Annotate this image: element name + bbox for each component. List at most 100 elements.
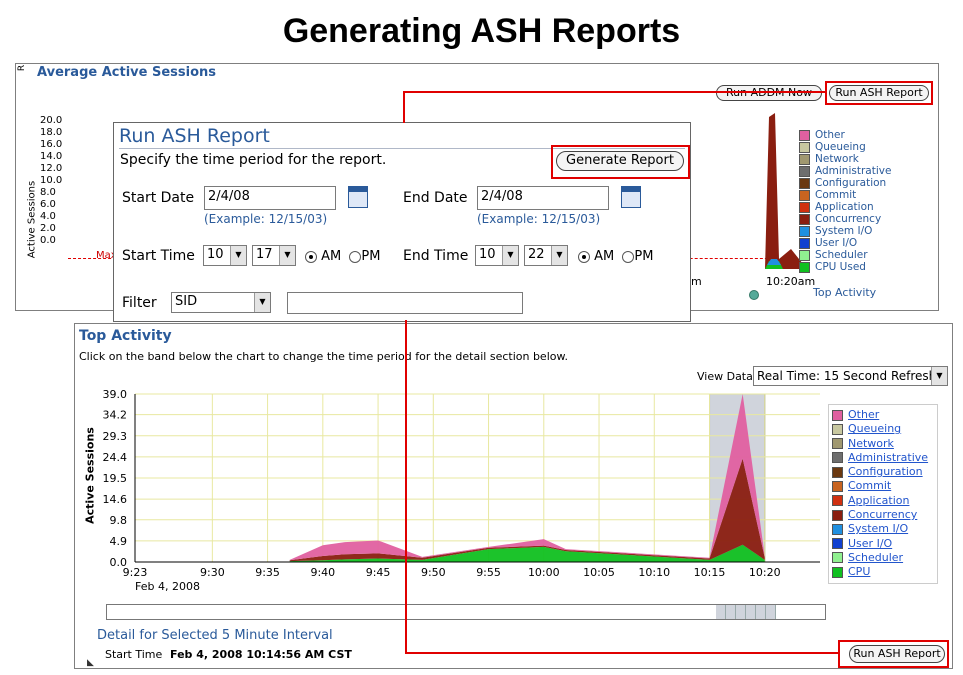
x-tick-label: 9:30 [200, 566, 225, 579]
legend-item-administrative[interactable]: Administrative [832, 451, 937, 465]
end-date-value: 2/4/08 [481, 189, 523, 204]
start-date-value: 2/4/08 [208, 189, 250, 204]
detail-title: Detail for Selected 5 Minute Interval [97, 628, 333, 643]
end-date-input[interactable]: 2/4/08 [477, 186, 609, 210]
legend-item-concurrency[interactable]: Concurrency [832, 508, 937, 522]
end-date-calendar-icon[interactable] [621, 186, 641, 208]
legend-item: User I/O [799, 237, 891, 249]
view-data-select[interactable]: Real Time: 15 Second Refresh ▼ [753, 366, 948, 386]
legend-item: Administrative [799, 165, 891, 177]
legend-item: System I/O [799, 225, 891, 237]
start-am-label: AM [321, 249, 342, 264]
start-date-label: Start Date [122, 190, 195, 206]
legend-swatch-cpu-used [799, 261, 810, 273]
start-minute-select[interactable]: 17 ▼ [252, 245, 296, 266]
x-partial: m [691, 275, 702, 288]
start-pm-label: PM [361, 249, 381, 264]
dialog-instruction: Specify the time period for the report. [120, 152, 387, 168]
legend-item-scheduler[interactable]: Scheduler [832, 551, 937, 565]
legend-item-configuration[interactable]: Configuration [832, 465, 937, 479]
x-tick-label: 9:23 [123, 566, 148, 579]
refresh-icon[interactable] [749, 290, 759, 300]
legend-item-cpu[interactable]: CPU [832, 565, 937, 579]
legend-item: Network [799, 153, 891, 165]
chevron-down-icon: ▼ [230, 246, 246, 265]
activity-chart[interactable]: 39.034.229.324.419.514.69.84.90.09:23 9:3… [75, 384, 825, 604]
x-last-tick: 10:20am [766, 275, 816, 288]
chevron-down-icon: ▼ [931, 367, 947, 385]
time-band-slider[interactable] [106, 604, 826, 620]
y-tick-label: 34.2 [103, 409, 128, 422]
start-am-radio[interactable] [305, 250, 317, 263]
legend-item-commit[interactable]: Commit [832, 479, 937, 493]
end-am-radio[interactable] [578, 250, 590, 263]
y-tick: 6.0 [40, 199, 56, 210]
legend-item-queueing[interactable]: Queueing [832, 422, 937, 436]
legend-item: Scheduler [799, 249, 891, 261]
legend-swatch [832, 423, 843, 435]
filter-type-select[interactable]: SID ▼ [171, 292, 271, 313]
x-tick-label: 9:50 [421, 566, 446, 579]
legend-swatch [832, 466, 843, 478]
chevron-down-icon: ▼ [254, 293, 270, 312]
start-hour-value: 10 [207, 247, 224, 262]
chevron-down-icon: ▼ [551, 246, 567, 265]
y-tick-labels: 20.0 18.0 16.0 14.0 12.0 10.0 8.0 6.0 4.… [40, 115, 62, 247]
end-date-label: End Date [403, 190, 468, 206]
x-tick-label: 10:20 [749, 566, 781, 579]
top-activity-link[interactable]: Top Activity [813, 286, 876, 299]
end-minute-value: 22 [528, 247, 545, 262]
start-am-radio-group: AM PM [305, 249, 380, 264]
start-pm-radio[interactable] [349, 250, 362, 263]
legend-item: CPU Used [799, 261, 891, 273]
legend-item-application[interactable]: Application [832, 494, 937, 508]
time-band-selection[interactable] [716, 605, 776, 619]
y-tick-label: 14.6 [103, 493, 128, 506]
connector-v-top [403, 91, 405, 123]
start-hour-select[interactable]: 10 ▼ [203, 245, 247, 266]
y-tick-label: 19.5 [103, 472, 128, 485]
end-date-example: (Example: 12/15/03) [477, 212, 601, 226]
x-tick-label: 10:15 [694, 566, 726, 579]
y-tick-label: 24.4 [103, 451, 128, 464]
legend-box: Other Queueing Network Administrative Co… [828, 404, 938, 584]
y-tick: 12.0 [40, 163, 63, 174]
filter-value-input[interactable] [287, 292, 523, 314]
y-axis-label: Active Sessions [26, 180, 38, 259]
legend-swatch [832, 495, 843, 507]
x-tick-label: 9:40 [310, 566, 335, 579]
end-time-label: End Time [403, 248, 469, 264]
end-hour-select[interactable]: 10 ▼ [475, 245, 519, 266]
legend-swatch-other [799, 129, 810, 141]
y-tick-label: 9.8 [110, 514, 128, 527]
legend-item-user-io[interactable]: User I/O [832, 537, 937, 551]
legend-item-other[interactable]: Other [832, 408, 937, 422]
run-addm-now-button[interactable]: Run ADDM Now [716, 85, 822, 101]
legend-swatch [832, 438, 843, 450]
legend-item-system-io[interactable]: System I/O [832, 522, 937, 536]
legend-item-network[interactable]: Network [832, 437, 937, 451]
view-data-label: View Data [697, 370, 753, 383]
x-tick-label: 10:00 [528, 566, 560, 579]
resize-corner-icon: ◣ [87, 658, 94, 668]
end-pm-radio[interactable] [622, 250, 635, 263]
legend-item: Application [799, 201, 891, 213]
connector-h-bottom [405, 652, 839, 654]
instruction-text: Click on the band below the chart to cha… [79, 350, 568, 363]
panel-title: Average Active Sessions [37, 65, 217, 80]
panel-title: Top Activity [79, 328, 172, 344]
y-tick-label: 29.3 [103, 430, 128, 443]
start-date-calendar-icon[interactable] [348, 186, 368, 208]
connector-h-top [403, 91, 826, 93]
start-date-input[interactable]: 2/4/08 [204, 186, 336, 210]
legend-item: Other [799, 129, 891, 141]
legend-swatch-commit [799, 189, 810, 201]
legend-swatch-application [799, 201, 810, 213]
end-minute-select[interactable]: 22 ▼ [524, 245, 568, 266]
legend-swatch [832, 523, 843, 535]
legend-swatch [832, 480, 843, 492]
legend-swatch [832, 552, 843, 564]
y-tick: 8.0 [40, 187, 56, 198]
end-am-radio-group: AM PM [578, 249, 653, 264]
top-legend: Other Queueing Network Administrative Co… [799, 129, 891, 273]
